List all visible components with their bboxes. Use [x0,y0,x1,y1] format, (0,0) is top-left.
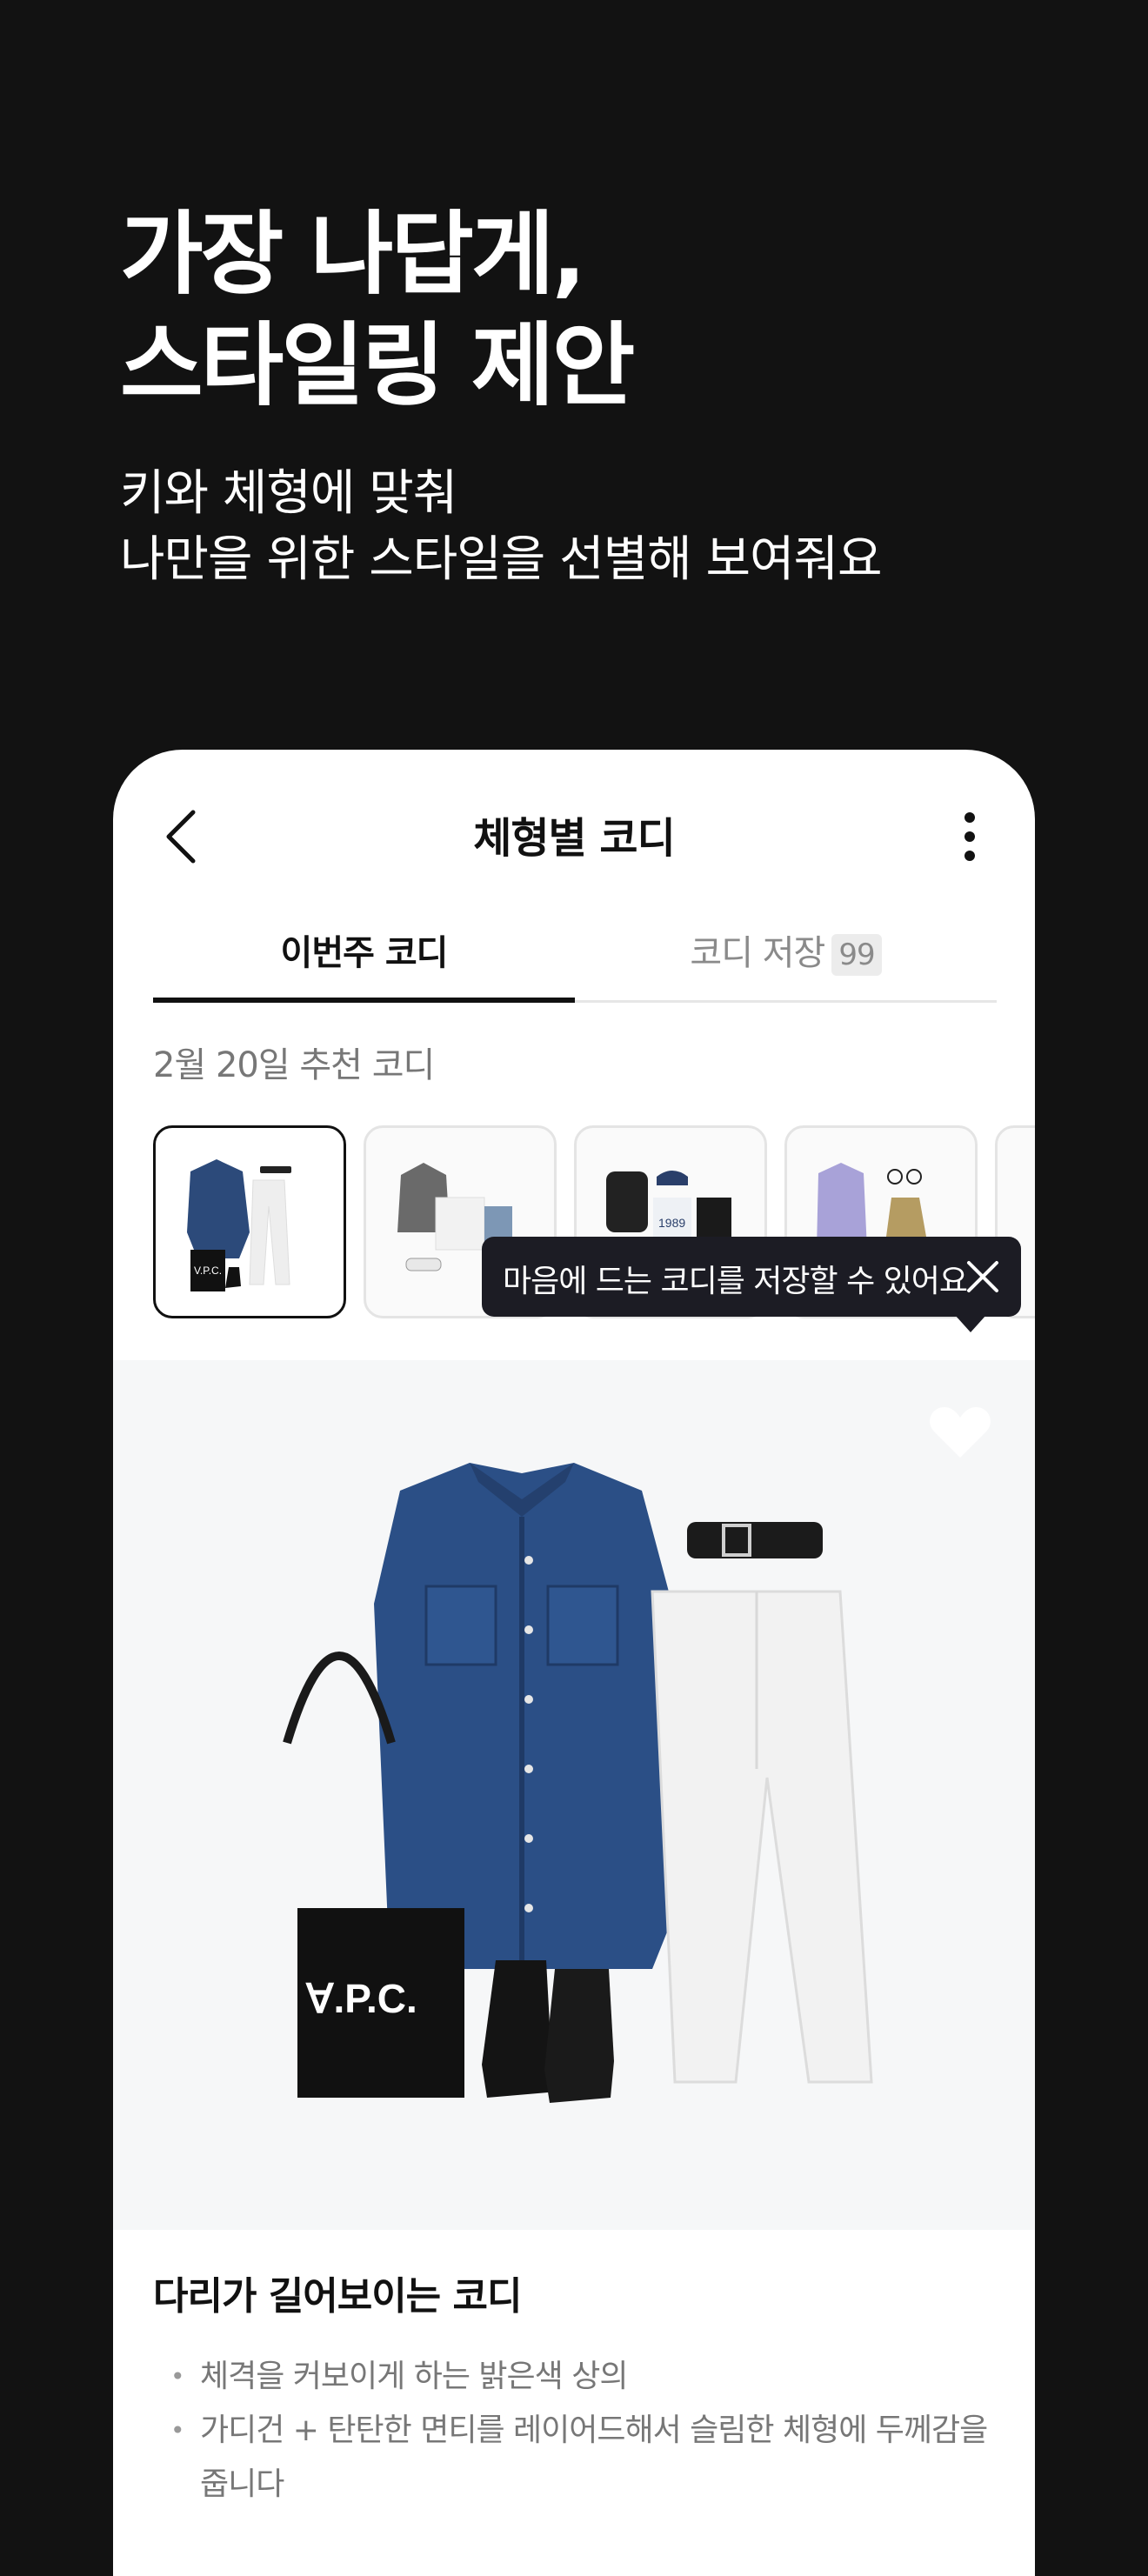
outfit-illustration: ∀.P.C. [283,1463,873,2103]
hero-title-line-2: 스타일링 제안 [120,312,635,418]
outfit-title: 다리가 길어보이는 코디 [153,2274,522,2319]
heart-icon [930,1407,991,1458]
hero-subtitle: 키와 체형에 맞춰 나만을 위한 스타일을 선별해 보여줘요 [120,461,883,593]
save-outfit-button[interactable] [927,1402,993,1461]
tab-saved-label: 코디 저장 [690,933,825,973]
date-label: 2월 20일 추천 코디 [153,1045,435,1085]
thumbnail-1-image: V.P.C. [187,1159,291,1291]
hero-subtitle-line-2: 나만을 위한 스타일을 선별해 보여줘요 [120,531,883,588]
hero-subtitle-line-1: 키와 체형에 맞춰 [120,465,457,522]
outfit-tip-item: 체격을 커보이게 하는 밝은색 상의 [153,2350,997,2404]
outfit-tip-item: 가디건 + 탄탄한 면티를 레이어드해서 슬림한 체형에 두께감을 줍니다 [153,2404,997,2512]
outfit-tips-list: 체격을 커보이게 하는 밝은색 상의 가디건 + 탄탄한 면티를 레이어드해서 … [153,2350,997,2512]
saved-count-badge: 99 [831,934,882,976]
close-icon [967,1261,998,1292]
outfit-image: ∀.P.C. [113,1360,1035,2230]
tab-this-week-label: 이번주 코디 [280,933,449,973]
more-button[interactable] [948,802,991,871]
save-hint-tooltip: 마음에 드는 코디를 저장할 수 있어요 [482,1237,1021,1332]
tab-this-week[interactable]: 이번주 코디 [153,906,575,1003]
tooltip-text: 마음에 드는 코디를 저장할 수 있어요 [503,1264,968,1299]
hero-title: 가장 나답게, 스타일링 제안 [120,198,635,421]
bag-print-text: ∀.P.C. [305,1976,417,2021]
thumbnail-1[interactable]: V.P.C. [153,1125,346,1318]
hero-title-line-1: 가장 나답게, [120,201,586,307]
svg-text:1989: 1989 [658,1216,685,1230]
svg-text:V.P.C.: V.P.C. [194,1265,222,1277]
nav-bar: 체형별 코디 [113,750,1035,915]
tab-bar: 이번주 코디 코디 저장 99 [153,906,997,1003]
tooltip-close-button[interactable] [964,1258,1002,1296]
page-title: 체형별 코디 [473,814,676,863]
tab-saved[interactable]: 코디 저장 99 [575,906,997,1000]
phone-screen: 체형별 코디 이번주 코디 코디 저장 99 2월 20일 추천 코디 V.P.C… [113,750,1035,2576]
more-vertical-icon [964,812,975,861]
tooltip-arrow [955,1315,986,1332]
